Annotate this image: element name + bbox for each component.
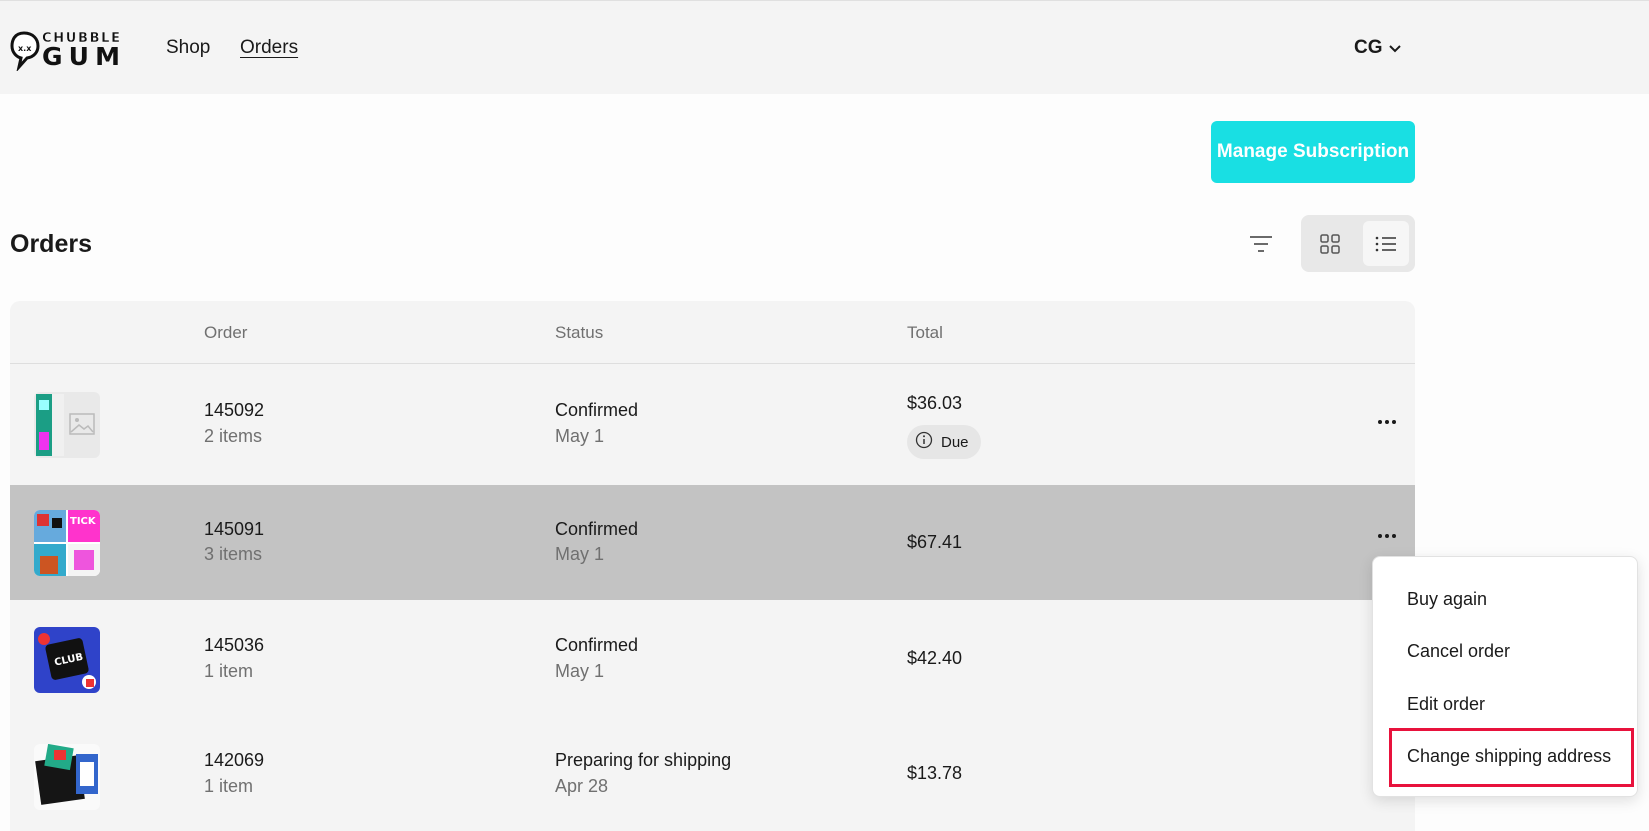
grid-view-icon[interactable] — [1307, 221, 1353, 266]
nav-shop[interactable]: Shop — [166, 37, 210, 59]
table-row[interactable]: CLUB 145036 1 item Confirmed May 1 $42.4… — [10, 600, 1415, 717]
account-initials: CG — [1354, 37, 1383, 58]
due-badge: Due — [907, 425, 981, 459]
svg-text:TICK: TICK — [70, 516, 97, 527]
order-status-date: May 1 — [555, 661, 605, 681]
column-header-order: Order — [204, 323, 248, 342]
order-status: Confirmed — [555, 400, 639, 420]
order-thumbnail: CLUB — [34, 627, 100, 693]
order-status-date: May 1 — [555, 544, 605, 564]
order-total: $42.40 — [907, 648, 963, 668]
svg-text:x.x: x.x — [18, 44, 32, 53]
order-total: $13.78 — [907, 763, 963, 783]
order-total: $67.41 — [907, 532, 963, 552]
more-options-icon[interactable] — [1372, 524, 1402, 548]
order-item-count: 3 items — [204, 544, 263, 564]
info-icon — [915, 431, 933, 453]
order-item-count: 1 item — [204, 776, 254, 796]
order-status: Confirmed — [555, 519, 639, 539]
orders-table: Order Status Total 145092 2 items Confir… — [10, 301, 1415, 831]
due-badge-label: Due — [941, 433, 969, 451]
menu-item-cancel-order[interactable]: Cancel order — [1407, 641, 1510, 662]
order-status: Confirmed — [555, 635, 639, 655]
order-thumbnail: TICK — [34, 510, 100, 576]
order-number[interactable]: 142069 — [204, 750, 264, 771]
page-title: Orders — [10, 230, 92, 258]
table-row[interactable]: 145092 2 items Confirmed May 1 $36.03 Du… — [10, 364, 1415, 485]
menu-item-change-shipping-address[interactable]: Change shipping address — [1407, 746, 1611, 767]
order-total: $36.03 — [907, 393, 963, 413]
column-header-total: Total — [907, 323, 943, 342]
list-view-icon[interactable] — [1363, 221, 1409, 266]
chubble-gum-logo[interactable]: x.x CHUBBLE GUM — [10, 27, 122, 73]
more-options-icon[interactable] — [1372, 410, 1402, 434]
order-number[interactable]: 145091 — [204, 519, 264, 540]
order-thumbnail — [34, 392, 100, 458]
column-header-status: Status — [555, 323, 604, 342]
order-status-date: Apr 28 — [555, 776, 609, 796]
table-row[interactable]: 142069 1 item Preparing for shipping Apr… — [10, 717, 1415, 831]
nav-orders[interactable]: Orders — [240, 37, 298, 59]
table-header: Order Status Total — [10, 301, 1415, 364]
order-status: Preparing for shipping — [555, 750, 732, 770]
order-number[interactable]: 145092 — [204, 400, 264, 421]
order-number[interactable]: 145036 — [204, 635, 264, 656]
filter-icon[interactable] — [1245, 228, 1277, 260]
order-thumbnail — [34, 744, 100, 810]
chevron-down-icon — [1388, 37, 1401, 59]
svg-text:GUM: GUM — [42, 42, 120, 71]
view-toggle — [1301, 215, 1415, 272]
menu-item-buy-again[interactable]: Buy again — [1407, 589, 1487, 610]
account-menu[interactable]: CG — [1354, 37, 1401, 59]
order-item-count: 1 item — [204, 661, 254, 681]
site-header: x.x CHUBBLE GUM Shop Orders CG — [0, 0, 1649, 94]
manage-subscription-button[interactable]: Manage Subscription — [1211, 121, 1415, 183]
table-row[interactable]: TICK 145091 3 items Confirmed May 1 $67.… — [10, 485, 1415, 600]
order-item-count: 2 items — [204, 426, 263, 446]
menu-item-edit-order[interactable]: Edit order — [1407, 694, 1485, 715]
order-actions-menu: Buy again Cancel order Edit order Change… — [1372, 556, 1638, 797]
order-status-date: May 1 — [555, 426, 605, 446]
